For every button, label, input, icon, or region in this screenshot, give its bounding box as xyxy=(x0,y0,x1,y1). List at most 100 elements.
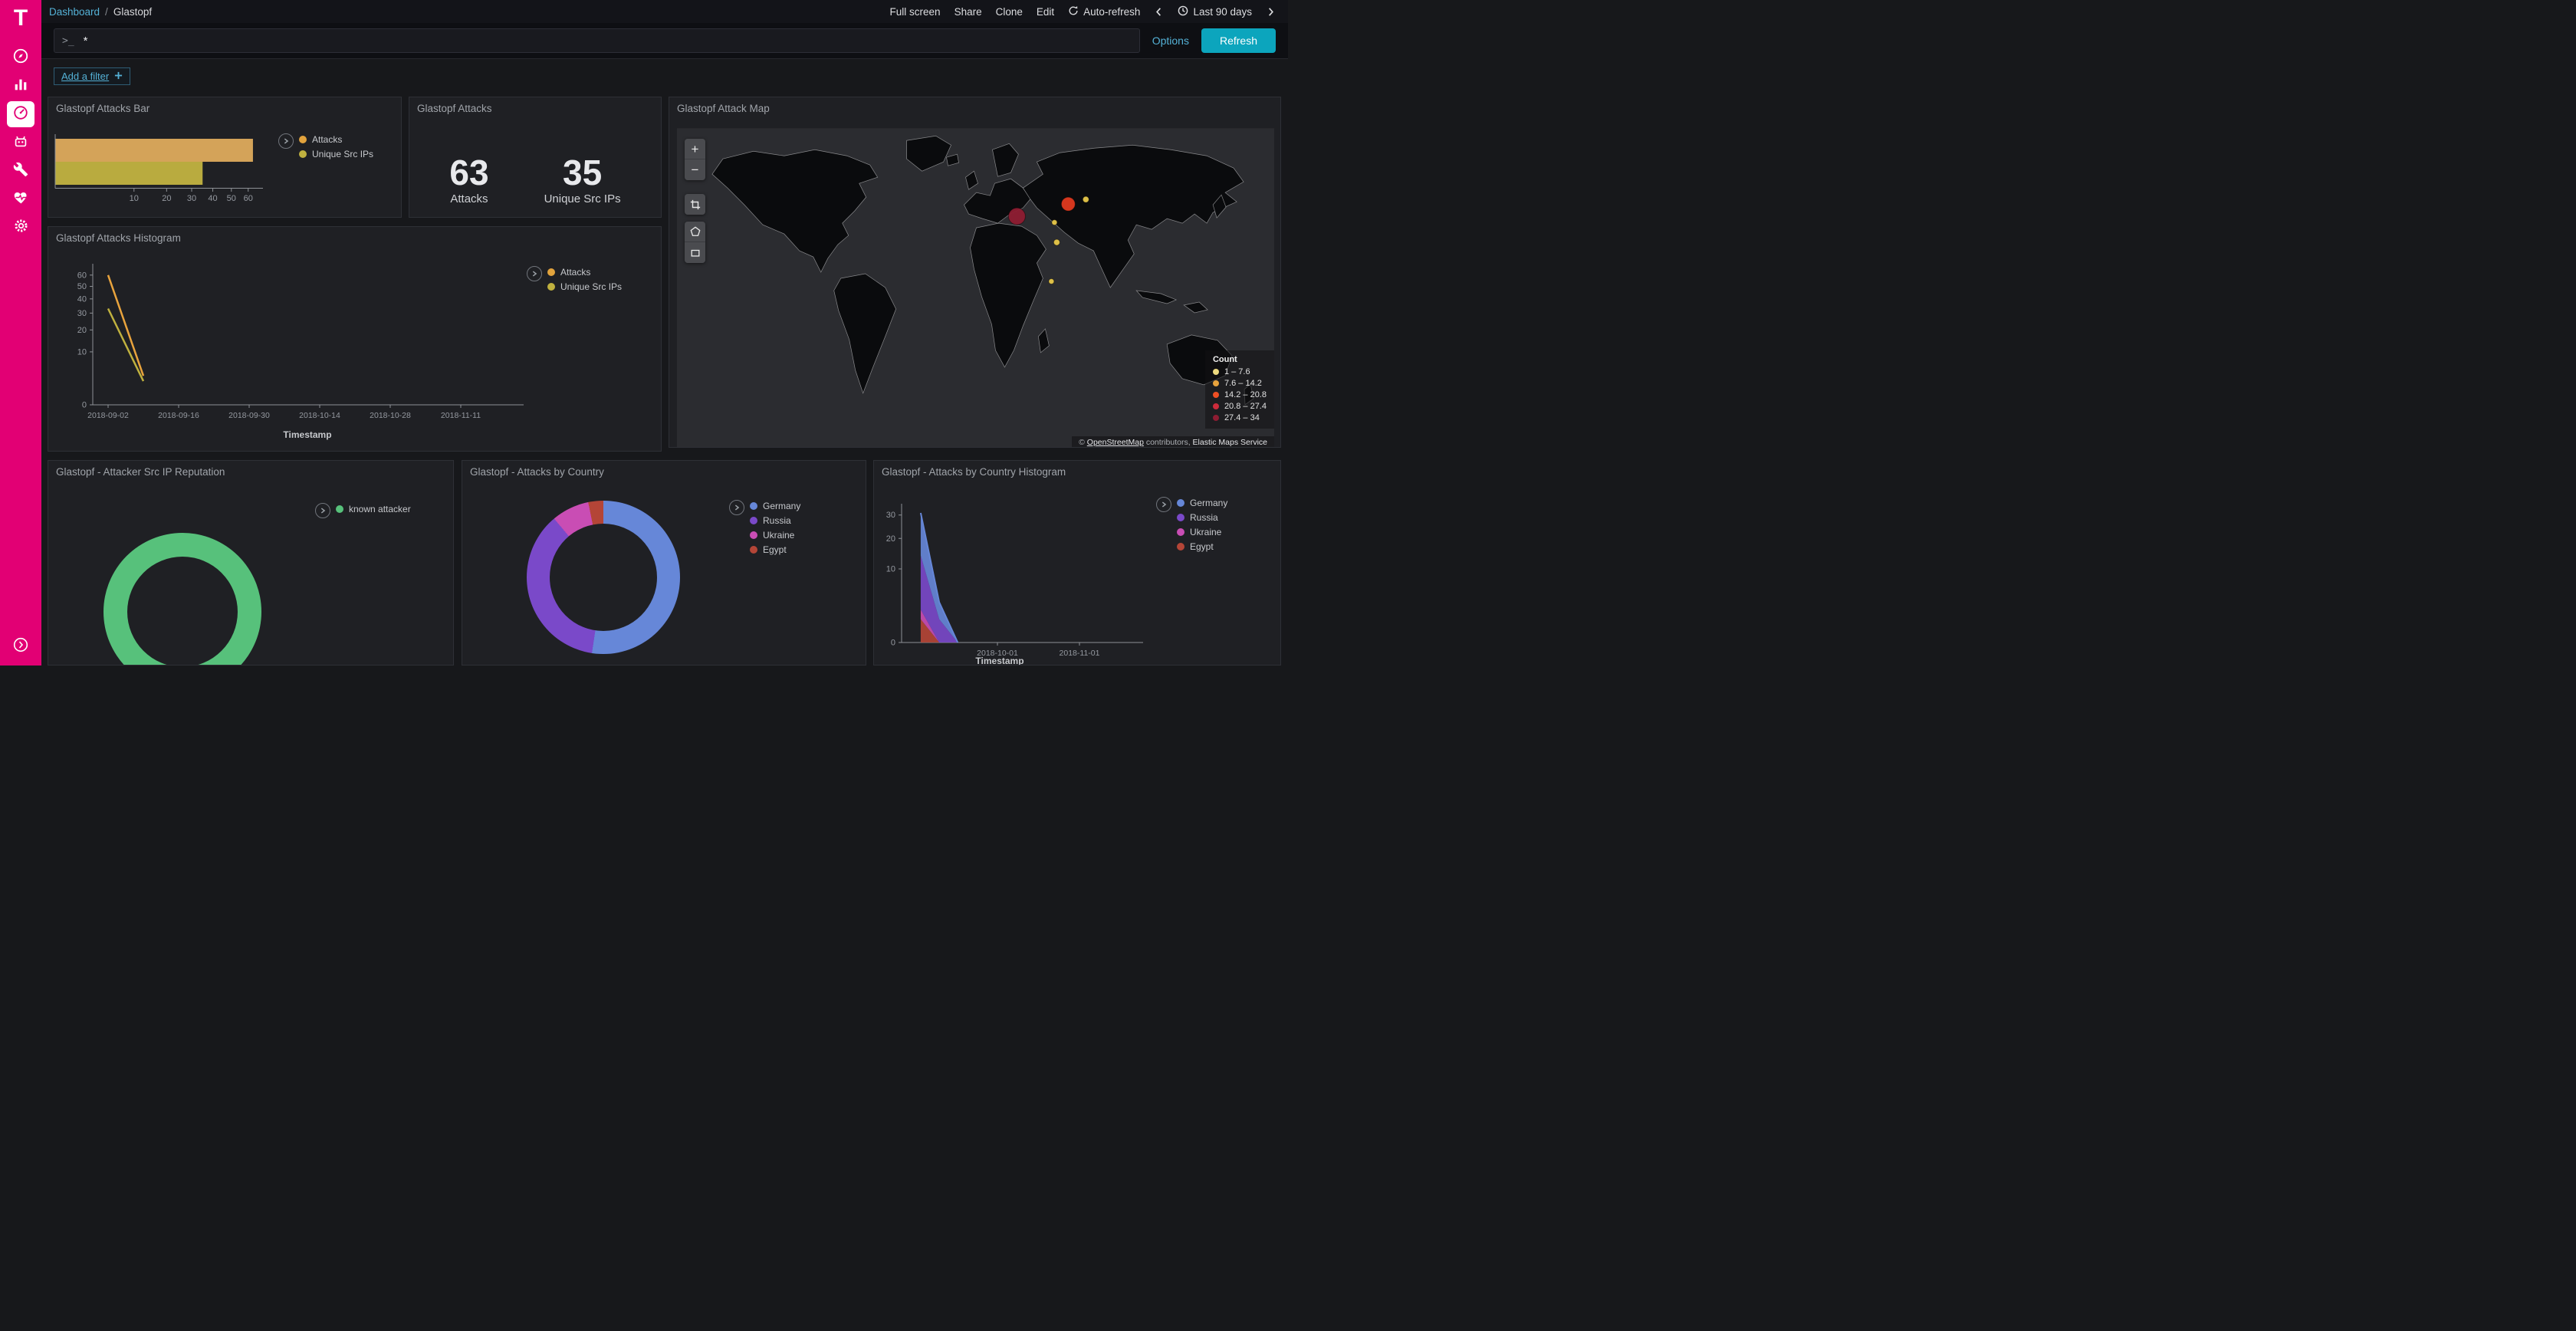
sidebar-item-monitoring[interactable] xyxy=(7,186,34,212)
openstreetmap-link[interactable]: OpenStreetMap xyxy=(1087,438,1144,447)
legend-item[interactable]: Russia xyxy=(750,515,800,526)
svg-text:60: 60 xyxy=(244,194,253,203)
svg-text:2018-10-14: 2018-10-14 xyxy=(299,411,340,420)
legend-toggle[interactable] xyxy=(315,503,330,518)
svg-text:2018-11-11: 2018-11-11 xyxy=(441,411,481,420)
legend-item[interactable]: Attacks xyxy=(299,134,373,145)
map-polygon-button[interactable] xyxy=(685,222,705,242)
metric-label: Attacks xyxy=(449,192,488,205)
sidebar-item-visualize[interactable] xyxy=(7,73,34,99)
svg-text:Timestamp: Timestamp xyxy=(975,656,1024,666)
legend-dot xyxy=(547,283,555,291)
legend-item[interactable]: 27.4 – 34 xyxy=(1213,413,1267,422)
chart-legend: Germany Russia Ukraine Egypt xyxy=(729,501,800,555)
legend-item[interactable]: Attacks xyxy=(547,267,622,278)
legend-item[interactable]: 1 – 7.6 xyxy=(1213,367,1267,376)
wrench-icon xyxy=(13,162,28,181)
country-donut-chart[interactable] xyxy=(527,501,680,654)
map-legend-title: Count xyxy=(1213,355,1267,364)
legend-toggle[interactable] xyxy=(527,266,542,281)
world-map[interactable]: + − xyxy=(677,128,1274,448)
elastic-maps-service-label: Elastic Maps Service xyxy=(1193,438,1267,447)
heartbeat-icon xyxy=(13,189,29,209)
legend-toggle[interactable] xyxy=(1156,497,1171,512)
svg-text:40: 40 xyxy=(77,294,87,304)
svg-text:30: 30 xyxy=(77,309,87,318)
panel-attacks-histogram: Glastopf Attacks Histogram 0102030405060… xyxy=(48,226,662,452)
metric-value: 63 xyxy=(449,155,488,190)
legend-dot xyxy=(1177,514,1184,521)
panel-src-ip-reputation: Glastopf - Attacker Src IP Reputation kn… xyxy=(48,460,454,666)
bar-chart-icon xyxy=(12,76,29,97)
legend-item[interactable]: Unique Src IPs xyxy=(547,281,622,292)
metric-label: Unique Src IPs xyxy=(544,192,621,205)
svg-text:20: 20 xyxy=(77,326,87,335)
svg-text:50: 50 xyxy=(77,282,87,291)
panel-title: Glastopf Attacks Bar xyxy=(56,103,393,114)
panel-title: Glastopf Attacks xyxy=(417,103,653,114)
app-sidebar: T xyxy=(0,0,41,666)
legend-toggle[interactable] xyxy=(278,133,294,149)
legend-item[interactable]: 20.8 – 27.4 xyxy=(1213,402,1267,411)
legend-dot xyxy=(336,505,343,513)
legend-item[interactable]: 7.6 – 14.2 xyxy=(1213,379,1267,388)
legend-dot xyxy=(750,531,757,539)
legend-dot xyxy=(299,136,307,143)
legend-item[interactable]: Egypt xyxy=(750,544,800,555)
donut-hole xyxy=(127,557,238,666)
panel-attacks-by-country-histogram: Glastopf - Attacks by Country Histogram … xyxy=(873,460,1281,666)
robot-icon xyxy=(12,133,29,153)
attacks-histogram-chart[interactable]: 01020304050602018-09-022018-09-162018-09… xyxy=(54,248,553,446)
legend-dot xyxy=(299,150,307,158)
svg-text:Timestamp: Timestamp xyxy=(283,429,331,440)
legend-dot xyxy=(1213,415,1219,421)
sidebar-item-timelion[interactable] xyxy=(7,130,34,156)
legend-dot xyxy=(1213,403,1219,409)
attacks-bar-chart[interactable]: 102030405060 xyxy=(52,128,282,205)
legend-item[interactable]: known attacker xyxy=(336,504,411,514)
main-area: Dashboard / Glastopf Full screen Share C… xyxy=(41,0,1288,666)
legend-dot xyxy=(1177,543,1184,550)
sidebar-item-devtools[interactable] xyxy=(7,158,34,184)
legend-item[interactable]: Germany xyxy=(750,501,800,511)
svg-text:20: 20 xyxy=(886,534,895,544)
map-rectangle-button[interactable] xyxy=(685,242,705,263)
legend-dot xyxy=(750,546,757,554)
map-count-legend: Count 1 – 7.6 7.6 – 14.2 14.2 – 20.8 20.8 –… xyxy=(1205,350,1274,429)
map-zoom-in-button[interactable]: + xyxy=(685,139,705,159)
svg-text:60: 60 xyxy=(77,271,87,280)
panel-title: Glastopf Attack Map xyxy=(677,103,1273,114)
map-zoom-out-button[interactable]: − xyxy=(685,159,705,180)
legend-toggle[interactable] xyxy=(729,500,744,515)
legend-dot xyxy=(1177,499,1184,507)
reputation-donut-chart[interactable] xyxy=(104,533,261,666)
legend-item[interactable]: Russia xyxy=(1177,512,1227,523)
sidebar-item-discover[interactable] xyxy=(7,44,34,71)
telekom-logo[interactable]: T xyxy=(14,5,28,32)
map-canvas[interactable] xyxy=(677,128,1274,448)
legend-item[interactable]: 14.2 – 20.8 xyxy=(1213,390,1267,399)
svg-text:30: 30 xyxy=(886,511,895,520)
metric-value: 35 xyxy=(544,155,621,190)
legend-item[interactable]: Germany xyxy=(1177,498,1227,508)
svg-text:10: 10 xyxy=(886,565,895,574)
map-attribution: © OpenStreetMap contributors, Elastic Ma… xyxy=(1072,436,1274,448)
legend-item[interactable]: Unique Src IPs xyxy=(299,149,373,159)
map-zoom-controls: + − xyxy=(685,139,705,180)
donut-hole xyxy=(550,524,657,631)
legend-item[interactable]: Egypt xyxy=(1177,541,1227,552)
legend-dot xyxy=(1213,369,1219,375)
chart-legend: Attacks Unique Src IPs xyxy=(278,134,373,159)
sidebar-collapse-button[interactable] xyxy=(13,637,28,656)
panel-attacks-by-country: Glastopf - Attacks by Country GermanyRus… xyxy=(462,460,866,666)
dashboard-grid: Glastopf Attacks Bar 102030405060 Attack… xyxy=(41,0,1288,666)
sidebar-item-dashboard[interactable] xyxy=(7,101,34,127)
panel-title: Glastopf - Attacks by Country Histogram xyxy=(882,466,1273,478)
legend-item[interactable]: Ukraine xyxy=(1177,527,1227,537)
legend-dot xyxy=(1213,392,1219,398)
map-crop-button[interactable] xyxy=(685,194,705,215)
svg-text:2018-10-28: 2018-10-28 xyxy=(370,411,411,420)
legend-item[interactable]: Ukraine xyxy=(750,530,800,541)
metric-attacks: 63 Attacks xyxy=(449,155,488,205)
sidebar-item-management[interactable] xyxy=(7,215,34,241)
